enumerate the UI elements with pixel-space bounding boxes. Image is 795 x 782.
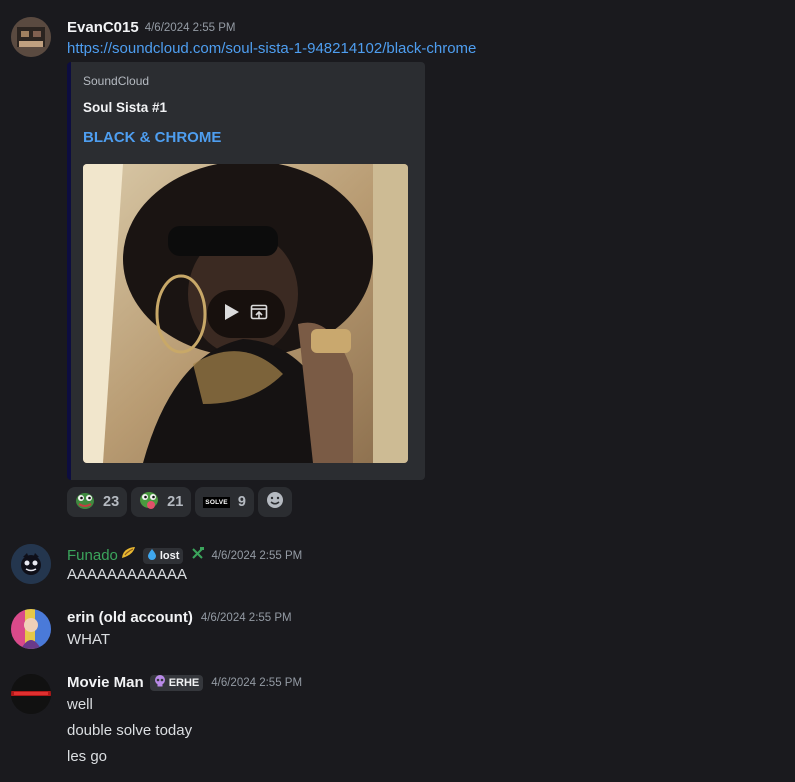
message-header: Movie Man ERHE 4/6/2024 2:55 PM bbox=[67, 674, 302, 691]
skull-icon bbox=[154, 675, 166, 690]
embed-thumbnail[interactable] bbox=[83, 164, 408, 463]
reaction-count: 23 bbox=[103, 494, 120, 510]
reaction-pepe-tongue[interactable]: 21 bbox=[131, 487, 192, 517]
reactions-bar: 23 21 SOLVE 9 bbox=[67, 487, 292, 517]
message-text: les go bbox=[67, 748, 108, 765]
badge-label: lost bbox=[159, 549, 180, 562]
embed-provider: SoundCloud bbox=[83, 74, 150, 88]
embed-author[interactable]: Soul Sista #1 bbox=[83, 100, 167, 115]
add-reaction-button[interactable] bbox=[257, 487, 292, 517]
solve-emoji-icon: SOLVE bbox=[203, 496, 230, 508]
role-badge[interactable]: lost bbox=[142, 547, 184, 564]
badge-label: ERHE bbox=[168, 676, 200, 689]
avatar[interactable] bbox=[11, 674, 51, 714]
pepe-tongue-emoji-icon bbox=[139, 490, 159, 514]
media-controls bbox=[207, 290, 285, 338]
timestamp[interactable]: 4/6/2024 2:55 PM bbox=[145, 22, 236, 34]
username[interactable]: erin (old account) bbox=[67, 609, 193, 626]
reaction-count: 21 bbox=[167, 494, 184, 510]
tools-icon bbox=[191, 546, 205, 565]
message-header: Funado lost 4/6/2024 2:55 PM bbox=[67, 545, 302, 566]
message-link[interactable]: https://soundcloud.com/soul-sista-1-9482… bbox=[67, 40, 476, 57]
timestamp[interactable]: 4/6/2024 2:55 PM bbox=[211, 677, 302, 689]
message-text: AAAAAAAAAAAA bbox=[67, 566, 188, 583]
reaction-solve[interactable]: SOLVE 9 bbox=[195, 487, 254, 517]
play-icon[interactable] bbox=[224, 303, 240, 326]
message-header: EvanC015 4/6/2024 2:55 PM bbox=[67, 19, 236, 36]
water-drop-icon bbox=[147, 548, 157, 563]
username[interactable]: EvanC015 bbox=[67, 19, 139, 36]
username[interactable]: Funado bbox=[67, 547, 118, 564]
message-content: https://soundcloud.com/soul-sista-1-9482… bbox=[67, 40, 476, 57]
message-text: well bbox=[67, 696, 93, 713]
embed-title[interactable]: BLACK & CHROME bbox=[83, 129, 221, 146]
avatar[interactable] bbox=[11, 17, 51, 57]
open-external-icon[interactable] bbox=[250, 303, 268, 326]
message-text: WHAT bbox=[67, 631, 111, 648]
reaction-pepe[interactable]: 23 bbox=[67, 487, 128, 517]
pepe-emoji-icon bbox=[75, 490, 95, 514]
timestamp[interactable]: 4/6/2024 2:55 PM bbox=[201, 612, 292, 624]
timestamp[interactable]: 4/6/2024 2:55 PM bbox=[211, 550, 302, 562]
message-header: erin (old account) 4/6/2024 2:55 PM bbox=[67, 609, 292, 626]
reaction-count: 9 bbox=[237, 494, 246, 510]
avatar[interactable] bbox=[11, 609, 51, 649]
message-text: double solve today bbox=[67, 722, 193, 739]
avatar[interactable] bbox=[11, 544, 51, 584]
username[interactable]: Movie Man bbox=[67, 674, 144, 691]
role-badge[interactable]: ERHE bbox=[149, 674, 204, 691]
link-embed: SoundCloud Soul Sista #1 BLACK & CHROME bbox=[67, 62, 425, 480]
taco-icon bbox=[121, 545, 137, 566]
smiley-icon bbox=[266, 491, 284, 513]
